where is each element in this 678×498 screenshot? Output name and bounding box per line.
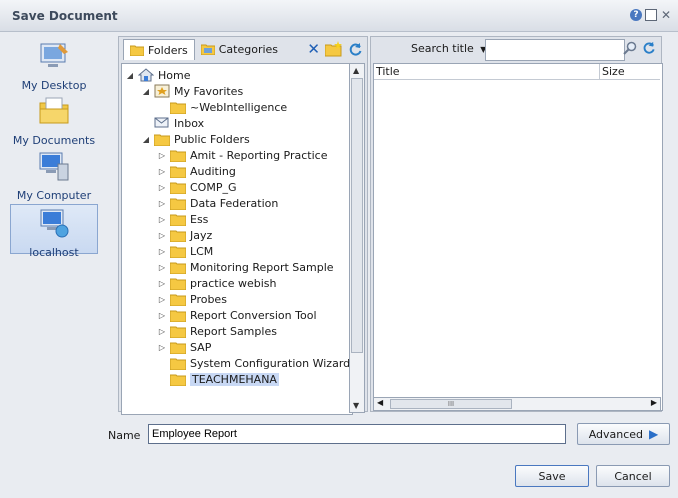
folder-panel: Folders Categories ✕ ◢ Home ◢ My Favorit… <box>118 36 368 415</box>
tree-node-folder[interactable]: ▷ COMP_G <box>158 179 237 195</box>
chevron-right-icon: ▶ <box>649 427 659 441</box>
folder-icon <box>170 198 186 210</box>
file-list: Title Size <box>373 63 663 411</box>
folder-icon <box>170 246 186 258</box>
place-my-documents[interactable]: My Documents <box>10 95 98 147</box>
folder-icon <box>170 230 186 242</box>
column-header-size[interactable]: Size <box>600 64 660 80</box>
folder-icon <box>130 45 144 56</box>
search-mode-dropdown[interactable]: Search title ▼ <box>411 42 486 55</box>
tab-categories[interactable]: Categories <box>195 39 284 59</box>
folder-icon <box>170 150 186 162</box>
save-button[interactable]: Save <box>515 465 589 487</box>
search-icon[interactable] <box>623 41 637 55</box>
list-horizontal-scrollbar[interactable]: ◀ III ▶ <box>373 397 661 411</box>
tree-node-folder[interactable]: ▷ Monitoring Report Sample <box>158 259 334 275</box>
tab-folders[interactable]: Folders <box>123 39 195 60</box>
folder-icon <box>170 358 186 370</box>
tree-node-folder[interactable]: ▷ Auditing <box>158 163 236 179</box>
tree-node-inbox[interactable]: Inbox <box>142 115 204 131</box>
window-title: Save Document <box>12 9 118 23</box>
folder-icon <box>170 294 186 306</box>
place-label: localhost <box>29 246 79 259</box>
delete-icon[interactable]: ✕ <box>307 40 320 58</box>
tree-node-folder[interactable]: ▷ SAP <box>158 339 211 355</box>
tree-node-folder[interactable]: ▷ LCM <box>158 243 213 259</box>
tree-node-folder[interactable]: ▷ practice webish <box>158 275 276 291</box>
tree-node-home[interactable]: ◢ Home <box>126 67 190 83</box>
folder-icon <box>170 374 186 386</box>
folder-icon <box>170 310 186 322</box>
place-my-computer[interactable]: My Computer <box>10 150 98 202</box>
folder-icon <box>170 278 186 290</box>
favorites-icon <box>154 84 170 98</box>
place-localhost[interactable]: localhost <box>10 204 98 259</box>
maximize-icon[interactable] <box>645 9 657 21</box>
inbox-icon <box>154 117 169 128</box>
tree-node-folder[interactable]: ▷ Probes <box>158 291 227 307</box>
folder-icon <box>170 182 186 194</box>
tab-label: Categories <box>218 42 279 56</box>
folder-icon <box>170 102 186 114</box>
tree-node-folder[interactable]: System Configuration Wizard <box>158 355 350 371</box>
refresh-icon[interactable] <box>348 42 363 57</box>
tree-node-webintelligence[interactable]: ~WebIntelligence <box>158 99 287 115</box>
categories-icon <box>200 44 215 55</box>
name-label: Name <box>108 429 141 442</box>
cancel-label: Cancel <box>614 469 652 483</box>
scroll-right-arrow-icon[interactable]: ▶ <box>651 398 657 407</box>
advanced-button[interactable]: Advanced ▶ <box>577 423 670 445</box>
tree-node-folder[interactable]: ▷ Amit - Reporting Practice <box>158 147 327 163</box>
save-label: Save <box>538 469 566 483</box>
tree-node-folder[interactable]: ▷ Report Samples <box>158 323 277 339</box>
name-input[interactable] <box>148 424 566 444</box>
tree-node-folder[interactable]: ▷ Report Conversion Tool <box>158 307 317 323</box>
search-input[interactable] <box>485 39 625 61</box>
folder-icon <box>170 214 186 226</box>
place-my-desktop[interactable]: My Desktop <box>10 40 98 92</box>
tab-label: Folders <box>148 43 188 57</box>
folder-icon <box>170 342 186 354</box>
place-label: My Desktop <box>21 79 87 92</box>
title-bar: Save Document ? ✕ <box>0 0 678 32</box>
desktop-icon <box>40 43 68 67</box>
place-label: My Documents <box>12 134 96 147</box>
advanced-label: Advanced <box>588 427 644 441</box>
close-icon[interactable]: ✕ <box>660 9 672 21</box>
refresh-icon[interactable] <box>642 41 656 55</box>
search-mode-label: Search title <box>411 42 474 55</box>
tree-node-public-folders[interactable]: ◢ Public Folders <box>142 131 250 147</box>
new-folder-icon[interactable] <box>325 41 343 57</box>
scroll-up-arrow-icon[interactable]: ▲ <box>353 66 359 75</box>
help-icon[interactable]: ? <box>630 9 642 21</box>
cancel-button[interactable]: Cancel <box>596 465 670 487</box>
home-icon <box>138 68 154 82</box>
folder-icon <box>170 262 186 274</box>
folder-icon <box>154 134 170 146</box>
place-label: My Computer <box>16 189 92 202</box>
column-header-title[interactable]: Title <box>374 64 600 80</box>
documents-folder-icon <box>39 97 69 124</box>
tree-node-folder[interactable]: ▷ Ess <box>158 211 208 227</box>
tree-vertical-scrollbar[interactable]: ▲ ▼ <box>349 63 365 413</box>
folder-tree: ◢ Home ◢ My Favorites ~WebIntelligence I… <box>121 63 353 415</box>
tree-node-folder[interactable]: ▷ Data Federation <box>158 195 278 211</box>
tree-node-my-favorites[interactable]: ◢ My Favorites <box>142 83 243 99</box>
scroll-left-arrow-icon[interactable]: ◀ <box>377 398 383 407</box>
folder-icon <box>170 326 186 338</box>
folder-icon <box>170 166 186 178</box>
network-computer-icon <box>40 209 69 238</box>
horizontal-scroll-thumb[interactable]: III <box>390 399 512 409</box>
scroll-thumb[interactable] <box>351 78 363 353</box>
tree-node-folder[interactable]: ▷ Jayz <box>158 227 212 243</box>
scroll-down-arrow-icon[interactable]: ▼ <box>353 401 359 410</box>
computer-icon <box>39 152 69 181</box>
tree-node-folder-selected[interactable]: TEACHMEHANA <box>158 371 279 387</box>
file-list-panel: Search title ▼ Title Size ◀ III ▶ <box>370 36 663 412</box>
